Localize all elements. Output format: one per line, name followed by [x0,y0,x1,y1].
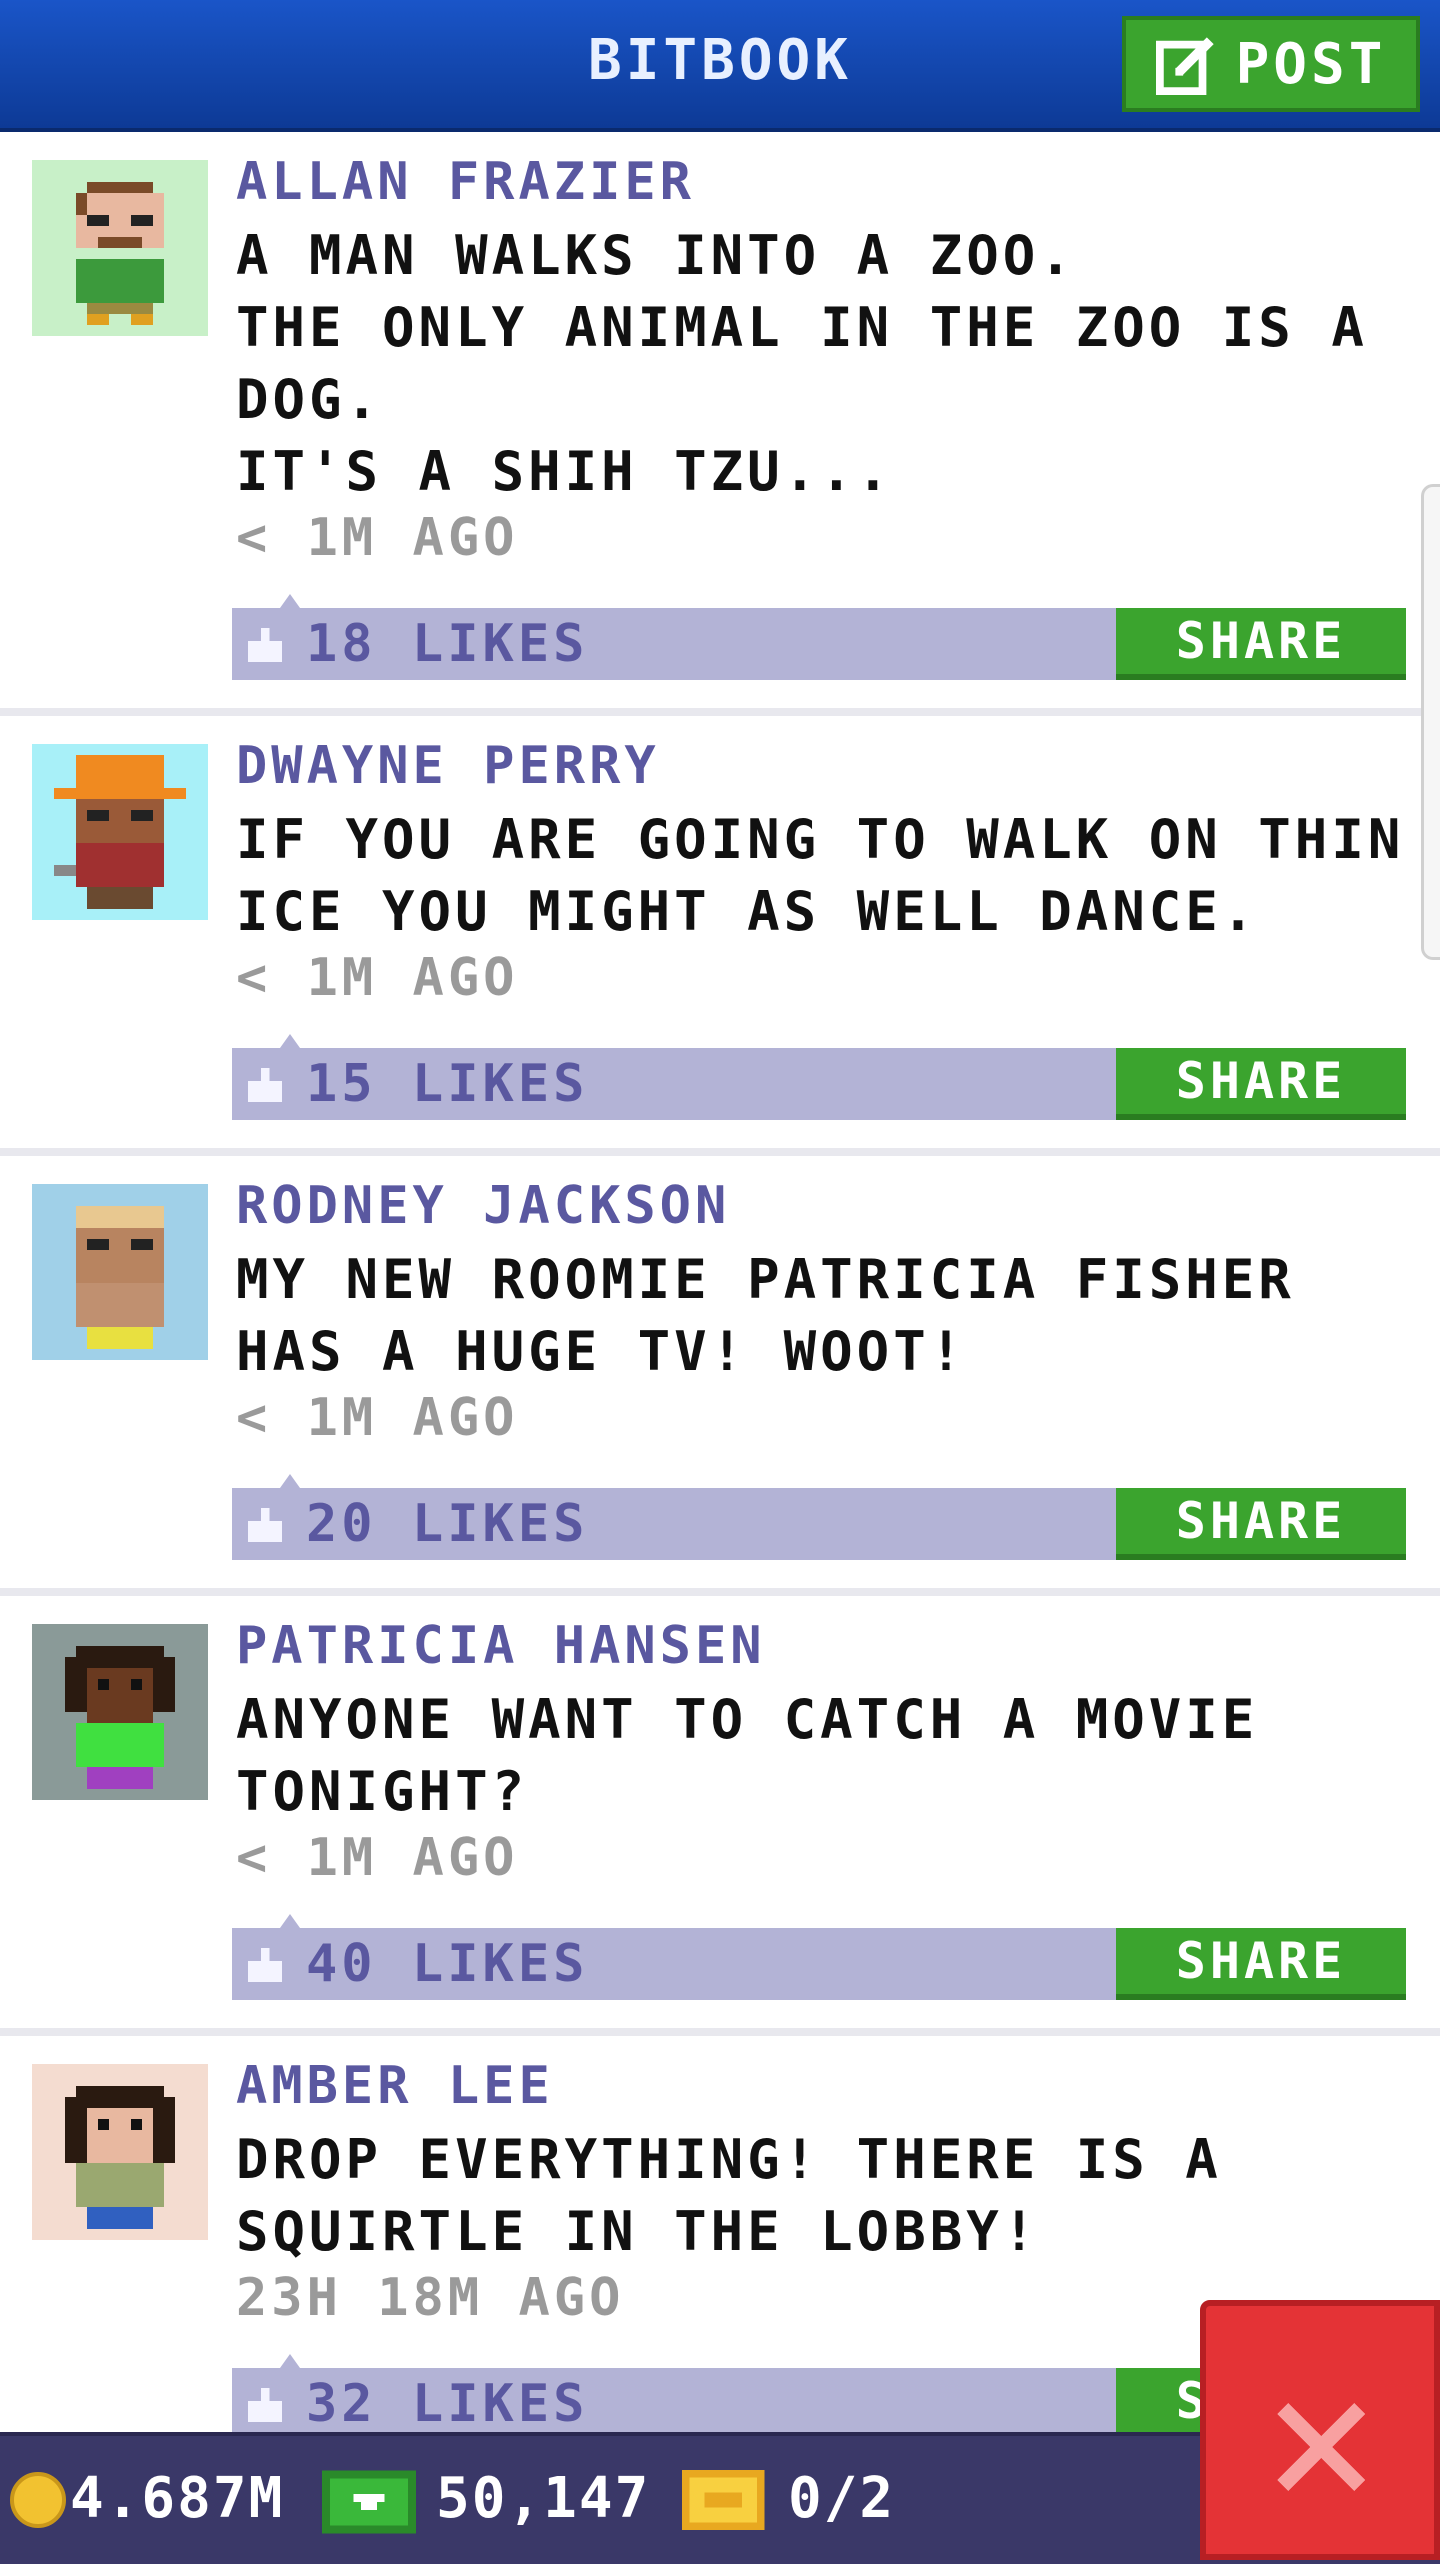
thumbs-up-icon[interactable] [248,1068,282,1102]
person-icon [32,1624,208,1800]
post-text: DROP EVERYTHING! THERE IS A SQUIRTLE IN … [236,2128,1222,2263]
post-author[interactable]: PATRICIA HANSEN [236,1616,766,1676]
feed-post: RODNEY JACKSON MY NEW ROOMIE PATRICIA FI… [0,1156,1440,1596]
post-time: < 1M AGO [236,1828,519,1888]
feed-post: DWAYNE PERRY IF YOU ARE GOING TO WALK ON… [0,716,1440,1156]
share-button[interactable]: SHARE [1116,1048,1406,1120]
thumbs-up-icon[interactable] [248,2388,282,2422]
feed-post: PATRICIA HANSEN ANYONE WANT TO CATCH A M… [0,1596,1440,2036]
likes-count: 32 LIKES [306,2374,589,2434]
avatar [32,2064,208,2240]
post-text: A MAN WALKS INTO A ZOO. THE ONLY ANIMAL … [236,224,1368,503]
post-button-label: POST [1235,31,1387,97]
like-bar: 18 LIKES SHARE [232,594,1406,680]
post-time: < 1M AGO [236,1388,519,1448]
bux-icon [322,2470,416,2534]
scrollbar[interactable] [1421,484,1440,960]
post-button[interactable]: POST [1122,16,1420,112]
like-bar-notch [280,1474,300,1488]
coins-value: 4.687M [70,2466,285,2531]
close-icon [1277,2403,1365,2491]
post-time: < 1M AGO [236,948,519,1008]
compose-icon [1155,37,1214,95]
post-time: 23H 18M AGO [236,2268,625,2328]
app-header: BITBOOK POST [0,0,1440,132]
coin-icon [10,2472,66,2528]
thumbs-up-icon[interactable] [248,1508,282,1542]
like-bar: 15 LIKES SHARE [232,1034,1406,1120]
bux-value: 50,147 [436,2466,651,2531]
likes-count: 40 LIKES [306,1934,589,1994]
feed: ALLAN FRAZIER A MAN WALKS INTO A ZOO. TH… [0,132,1440,2476]
avatar [32,1184,208,1360]
post-author[interactable]: AMBER LEE [236,2056,554,2116]
avatar [32,1624,208,1800]
thumbs-up-icon[interactable] [248,1948,282,1982]
person-icon [32,2064,208,2240]
post-text: IF YOU ARE GOING TO WALK ON THIN ICE YOU… [236,808,1405,943]
like-bar-notch [280,594,300,608]
thumbs-up-icon[interactable] [248,628,282,662]
share-button[interactable]: SHARE [1116,1928,1406,2000]
avatar [32,160,208,336]
post-time: < 1M AGO [236,508,519,568]
like-bar-notch [280,2354,300,2368]
likes-count: 18 LIKES [306,614,589,674]
post-text: MY NEW ROOMIE PATRICIA FISHER HAS A HUGE… [236,1248,1295,1383]
ticket-icon [681,2470,765,2530]
feed-post: ALLAN FRAZIER A MAN WALKS INTO A ZOO. TH… [0,132,1440,716]
avatar [32,744,208,920]
post-text: ANYONE WANT TO CATCH A MOVIE TONIGHT? [236,1688,1259,1823]
likes-count: 20 LIKES [306,1494,589,1554]
likes-count: 15 LIKES [306,1054,589,1114]
post-author[interactable]: RODNEY JACKSON [236,1176,730,1236]
like-bar: 40 LIKES SHARE [232,1914,1406,2000]
person-icon [32,1184,208,1360]
like-bar: 20 LIKES SHARE [232,1474,1406,1560]
share-button[interactable]: SHARE [1116,608,1406,680]
tickets-value: 0/2 [788,2466,896,2531]
person-icon [32,744,208,920]
like-bar-notch [280,1034,300,1048]
like-bar-notch [280,1914,300,1928]
share-button[interactable]: SHARE [1116,1488,1406,1560]
person-icon [32,160,208,336]
post-author[interactable]: ALLAN FRAZIER [236,152,695,212]
close-button[interactable] [1200,2300,1440,2560]
post-author[interactable]: DWAYNE PERRY [236,736,660,796]
